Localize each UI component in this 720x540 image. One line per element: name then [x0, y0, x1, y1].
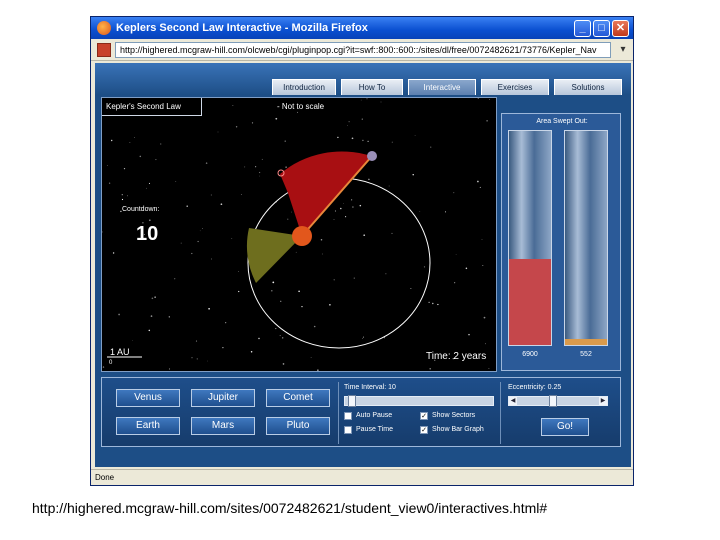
close-button[interactable]: ✕ [612, 19, 629, 37]
area-bar-1-fill [509, 259, 551, 345]
time-interval-thumb[interactable] [347, 395, 356, 407]
area-bar-1 [508, 130, 552, 346]
area-bar-1-value: 6900 [522, 351, 538, 358]
show-sectors-checkbox[interactable]: ✓ [420, 412, 428, 420]
scale-note: - Not to scale [277, 102, 325, 111]
url-field[interactable]: http://highered.mcgraw-hill.com/olcweb/c… [115, 41, 611, 58]
scale-zero: 0 [109, 360, 113, 366]
earth-button[interactable]: Earth [116, 417, 180, 435]
tab-exercises[interactable]: Exercises [481, 79, 549, 95]
eccentricity-label: Eccentricity: 0.25 [508, 384, 562, 391]
area-panel-title: Area Swept Out: [536, 118, 588, 125]
countdown-label: Countdown: [122, 206, 160, 213]
maximize-button[interactable]: □ [593, 19, 610, 37]
minimize-button[interactable]: _ [574, 19, 591, 37]
url-bar: http://highered.mcgraw-hill.com/olcweb/c… [91, 39, 633, 61]
control-panel: Venus Jupiter Comet Earth Mars Pluto Tim… [101, 377, 621, 447]
pluto-button[interactable]: Pluto [266, 417, 330, 435]
tab-bar: Introduction How To Interactive Exercise… [95, 63, 631, 95]
show-sectors-label: Show Sectors [432, 412, 476, 419]
eccentricity-thumb[interactable] [548, 395, 557, 407]
countdown-value: 10 [136, 223, 159, 245]
browser-window: Keplers Second Law Interactive - Mozilla… [90, 16, 634, 486]
go-button[interactable]: Go! [541, 418, 589, 436]
controls-divider-1 [338, 382, 339, 444]
area-swept-panel: Area Swept Out: 6900 552 [501, 113, 621, 371]
area-bar-2-fill [565, 338, 607, 345]
status-bar: Done [91, 469, 633, 485]
sector-red [280, 151, 371, 236]
area-bar-2-value: 552 [580, 351, 592, 358]
eccentricity-right-arrow-icon[interactable]: ▶ [599, 397, 607, 405]
page-icon [97, 42, 111, 57]
tab-introduction[interactable]: Introduction [272, 79, 336, 95]
tab-interactive[interactable]: Interactive [408, 79, 476, 95]
auto-pause-label: Auto Pause [356, 412, 393, 419]
tab-how-to[interactable]: How To [341, 79, 403, 95]
eccentricity-slider[interactable]: ◀ ▶ [508, 395, 608, 407]
mars-button[interactable]: Mars [191, 417, 255, 435]
controls-divider-2 [500, 382, 501, 444]
auto-pause-checkbox[interactable] [344, 412, 352, 420]
title-bar: Keplers Second Law Interactive - Mozilla… [91, 17, 633, 39]
window-title: Keplers Second Law Interactive - Mozilla… [116, 22, 368, 34]
source-caption: http://highered.mcgraw-hill.com/sites/00… [32, 500, 548, 516]
comet-button[interactable]: Comet [266, 389, 330, 407]
venus-button[interactable]: Venus [116, 389, 180, 407]
sun [292, 226, 312, 246]
planet[interactable] [367, 151, 377, 161]
flash-content: Introduction How To Interactive Exercise… [95, 63, 631, 467]
jupiter-button[interactable]: Jupiter [191, 389, 255, 407]
orbit-diagram [107, 151, 431, 358]
time-interval-label: Time Interval: 10 [344, 384, 396, 391]
show-bar-graph-label: Show Bar Graph [432, 426, 484, 433]
pause-time-label: Pause Time [356, 426, 393, 433]
firefox-icon [97, 21, 111, 35]
time-interval-slider[interactable] [344, 395, 494, 407]
pause-time-checkbox[interactable] [344, 426, 352, 434]
area-bar-2 [564, 130, 608, 346]
time-label: Time: 2 years [426, 351, 487, 362]
show-bar-graph-checkbox[interactable]: ✓ [420, 426, 428, 434]
orbit-simulation: Kepler's Second Law - Not to scale Count… [101, 97, 497, 372]
eccentricity-left-arrow-icon[interactable]: ◀ [509, 397, 517, 405]
url-dropdown-icon[interactable]: ▾ [617, 43, 629, 57]
tab-solutions[interactable]: Solutions [554, 79, 622, 95]
scale-label: 1 AU [110, 347, 130, 357]
panel-title: Kepler's Second Law [102, 98, 202, 116]
